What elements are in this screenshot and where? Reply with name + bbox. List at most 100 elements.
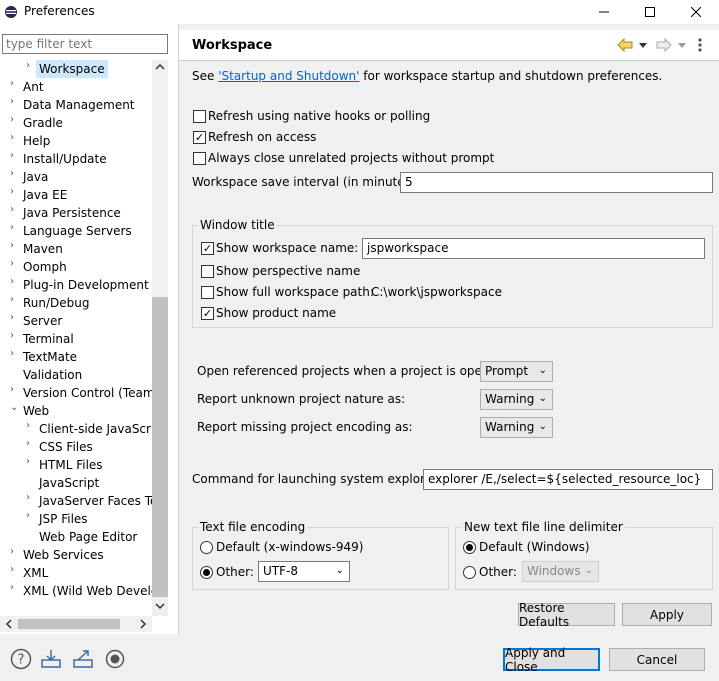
export-icon[interactable] bbox=[72, 648, 94, 670]
chevron-right-icon[interactable]: › bbox=[10, 222, 20, 240]
scroll-up-icon[interactable] bbox=[155, 63, 165, 71]
apply-button[interactable]: Apply bbox=[622, 603, 712, 626]
filter-input[interactable] bbox=[2, 34, 168, 54]
view-menu-icon[interactable] bbox=[697, 37, 703, 53]
chevron-right-icon[interactable]: › bbox=[10, 258, 20, 276]
refresh-access-checkbox[interactable]: ✓ bbox=[193, 131, 206, 144]
tree-item[interactable]: JavaScript bbox=[39, 474, 99, 492]
scroll-left-icon[interactable] bbox=[5, 619, 13, 629]
always-close-checkbox[interactable] bbox=[193, 152, 206, 165]
tree-item[interactable]: Web Services bbox=[23, 546, 104, 564]
tree-item[interactable]: JavaServer Faces Tools bbox=[39, 492, 152, 510]
chevron-down-icon[interactable]: ⌄ bbox=[10, 402, 20, 420]
missing-encoding-select[interactable]: Warning ⌄ bbox=[480, 417, 553, 438]
tree-item[interactable]: Oomph bbox=[23, 258, 67, 276]
tree-vertical-scroll-thumb[interactable] bbox=[152, 297, 168, 597]
tree-item[interactable]: Language Servers bbox=[23, 222, 132, 240]
tree-item[interactable]: Data Management bbox=[23, 96, 135, 114]
chevron-right-icon[interactable]: › bbox=[10, 204, 20, 222]
delimiter-other-radio[interactable] bbox=[463, 566, 476, 579]
tree-item[interactable]: Terminal bbox=[23, 330, 74, 348]
tree-item[interactable]: Workspace bbox=[36, 60, 108, 78]
chevron-right-icon[interactable]: › bbox=[10, 546, 20, 564]
chevron-right-icon[interactable]: › bbox=[26, 492, 36, 510]
encoding-default-radio[interactable] bbox=[200, 541, 213, 554]
close-button[interactable] bbox=[673, 0, 719, 24]
scroll-down-icon[interactable] bbox=[155, 602, 165, 610]
tree-item[interactable]: Ant bbox=[23, 78, 44, 96]
delimiter-default-radio[interactable] bbox=[463, 541, 476, 554]
tree-item[interactable]: Validation bbox=[23, 366, 82, 384]
record-icon[interactable] bbox=[104, 648, 126, 670]
chevron-right-icon[interactable]: › bbox=[10, 132, 20, 150]
forward-arrow-icon bbox=[656, 38, 672, 52]
show-workspace-name-checkbox[interactable]: ✓ bbox=[201, 242, 214, 255]
tree-item[interactable]: Version Control (Team) bbox=[23, 384, 152, 402]
chevron-right-icon[interactable]: › bbox=[10, 240, 20, 258]
chevron-right-icon[interactable]: › bbox=[10, 384, 20, 402]
chevron-right-icon[interactable]: › bbox=[10, 348, 20, 366]
tree-item[interactable]: Gradle bbox=[23, 114, 63, 132]
encoding-other-radio[interactable] bbox=[200, 566, 213, 579]
tree-item[interactable]: Run/Debug bbox=[23, 294, 90, 312]
minimize-button[interactable] bbox=[581, 0, 627, 24]
chevron-right-icon[interactable]: › bbox=[26, 510, 36, 528]
tree-item[interactable]: JSP Files bbox=[39, 510, 88, 528]
chevron-right-icon[interactable]: › bbox=[26, 456, 36, 474]
help-icon[interactable]: ? bbox=[10, 648, 32, 670]
show-product-checkbox[interactable]: ✓ bbox=[201, 307, 214, 320]
import-icon[interactable] bbox=[40, 648, 62, 670]
tree-item[interactable]: Help bbox=[23, 132, 50, 150]
encoding-group-label: Text file encoding bbox=[198, 520, 308, 534]
show-full-path-checkbox[interactable] bbox=[201, 286, 214, 299]
chevron-right-icon[interactable]: › bbox=[10, 312, 20, 330]
explorer-command-input[interactable]: explorer /E,/select=${selected_resource_… bbox=[423, 469, 713, 490]
chevron-right-icon[interactable]: › bbox=[26, 438, 36, 456]
chevron-right-icon[interactable]: › bbox=[10, 78, 20, 96]
chevron-right-icon[interactable]: › bbox=[10, 96, 20, 114]
chevron-right-icon[interactable]: › bbox=[10, 564, 20, 582]
refresh-native-checkbox[interactable] bbox=[193, 110, 206, 123]
open-referenced-select[interactable]: Prompt ⌄ bbox=[480, 361, 553, 382]
chevron-right-icon[interactable]: › bbox=[26, 60, 36, 78]
chevron-down-icon: ⌄ bbox=[538, 421, 547, 432]
chevron-right-icon[interactable]: › bbox=[10, 276, 20, 294]
chevron-right-icon[interactable]: › bbox=[10, 186, 20, 204]
chevron-right-icon[interactable]: › bbox=[10, 294, 20, 312]
scroll-right-icon[interactable] bbox=[139, 619, 147, 629]
tree-item[interactable]: XML bbox=[23, 564, 48, 582]
tree-item[interactable]: Plug-in Development bbox=[23, 276, 149, 294]
workspace-name-input[interactable]: jspworkspace bbox=[362, 238, 705, 259]
tree-item[interactable]: Install/Update bbox=[23, 150, 107, 168]
show-perspective-checkbox[interactable] bbox=[201, 265, 214, 278]
tree-horizontal-scroll-thumb[interactable] bbox=[18, 619, 120, 629]
chevron-right-icon[interactable]: › bbox=[10, 582, 20, 600]
cancel-button[interactable]: Cancel bbox=[609, 648, 705, 671]
tree-item[interactable]: Web bbox=[23, 402, 49, 420]
chevron-right-icon[interactable]: › bbox=[10, 150, 20, 168]
chevron-right-icon[interactable]: › bbox=[10, 114, 20, 132]
restore-defaults-button[interactable]: Restore Defaults bbox=[518, 601, 615, 629]
tree-item[interactable]: CSS Files bbox=[39, 438, 93, 456]
maximize-button[interactable] bbox=[627, 0, 673, 24]
tree-item[interactable]: XML (Wild Web Developer) bbox=[23, 582, 152, 600]
unknown-nature-select[interactable]: Warning ⌄ bbox=[480, 389, 553, 410]
save-interval-input[interactable]: 5 bbox=[400, 172, 713, 193]
tree-item[interactable]: Web Page Editor bbox=[39, 528, 137, 546]
chevron-right-icon[interactable]: › bbox=[26, 420, 36, 438]
chevron-right-icon[interactable]: › bbox=[10, 168, 20, 186]
tree-item[interactable]: Java bbox=[23, 168, 48, 186]
encoding-select[interactable]: UTF-8 ⌄ bbox=[258, 561, 350, 582]
apply-and-close-button[interactable]: Apply and Close bbox=[503, 646, 600, 674]
startup-shutdown-link[interactable]: 'Startup and Shutdown' bbox=[218, 69, 359, 83]
tree-item[interactable]: HTML Files bbox=[39, 456, 103, 474]
tree-item[interactable]: Maven bbox=[23, 240, 63, 258]
tree-item[interactable]: Server bbox=[23, 312, 62, 330]
tree-item[interactable]: Client-side JavaScript bbox=[39, 420, 152, 438]
back-arrow-icon[interactable] bbox=[617, 38, 633, 52]
back-dropdown-icon[interactable] bbox=[639, 41, 647, 49]
tree-item[interactable]: Java EE bbox=[23, 186, 67, 204]
tree-item[interactable]: TextMate bbox=[23, 348, 77, 366]
tree-item[interactable]: Java Persistence bbox=[23, 204, 121, 222]
chevron-right-icon[interactable]: › bbox=[10, 330, 20, 348]
